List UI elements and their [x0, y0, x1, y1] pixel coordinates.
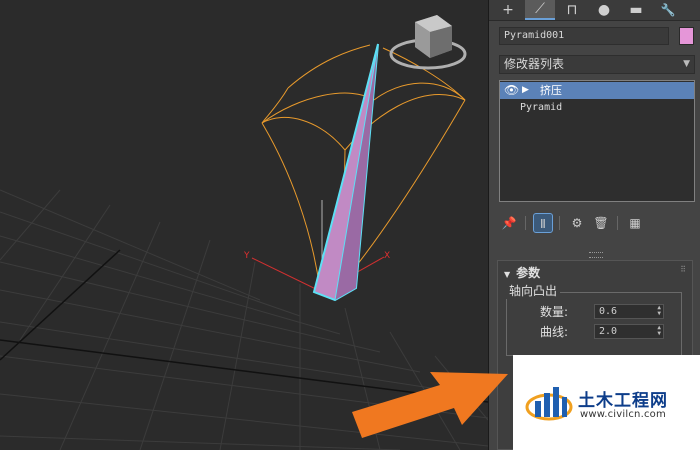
max-ui: Y X Z — [0, 0, 700, 450]
perspective-viewport[interactable]: Y X Z — [0, 0, 488, 450]
amount-value: 0.6 — [599, 306, 618, 317]
make-unique-icon[interactable]: ⚙ — [567, 213, 587, 233]
create-icon[interactable]: + — [493, 0, 523, 20]
spinner-arrows-icon[interactable]: ▲ ▼ — [657, 325, 661, 337]
collapse-triangle-icon: ▼ — [504, 270, 511, 279]
modifier-list-label: 修改器列表 — [504, 57, 565, 71]
curve-label: 曲线: — [540, 325, 569, 339]
axis-label-x: X — [384, 251, 390, 261]
hierarchy-icon[interactable]: ⊓ — [557, 0, 587, 20]
ground-grid — [0, 189, 488, 450]
utilities-icon[interactable]: 🔧 — [653, 0, 683, 20]
stack-item-label: Pyramid — [520, 102, 563, 113]
watermark-logo-icon — [525, 387, 573, 421]
watermark-url: www.civilcn.com — [580, 409, 666, 420]
curve-spinner[interactable]: 2.0 ▲ ▼ — [594, 324, 664, 339]
chevron-down-icon: ▼ — [683, 59, 690, 69]
spinner-arrows-icon[interactable]: ▲ ▼ — [657, 305, 661, 317]
remove-modifier-icon[interactable]: 🗑 — [591, 213, 611, 233]
transform-gizmo[interactable]: Y X Z — [243, 192, 390, 293]
amount-spinner[interactable]: 0.6 ▲ ▼ — [594, 304, 664, 319]
expand-triangle-icon[interactable]: ▶ — [522, 82, 529, 99]
eye-icon[interactable]: 👁 — [504, 82, 519, 99]
axial-bulge-group-title: 轴向凸出 — [506, 282, 561, 299]
modify-icon[interactable]: ⟋ — [525, 0, 555, 20]
watermark-title: 土木工程网 — [578, 391, 668, 411]
show-end-result-icon[interactable]: Ⅱ — [533, 213, 553, 233]
modifier-list-dropdown[interactable]: 修改器列表 ▼ — [499, 55, 695, 74]
parameters-rollout-header[interactable]: ▼ 参数 — [504, 264, 540, 281]
grip-icon: ⠿ — [680, 265, 686, 274]
stack-item-squeeze[interactable]: 👁 ▶ 挤压 — [500, 82, 694, 99]
configure-modifier-sets-icon[interactable]: ▦ — [625, 213, 645, 233]
command-panel-tabs: + ⟋ ⊓ ● ▬ 🔧 — [489, 0, 700, 21]
pyramid-object[interactable] — [312, 43, 379, 302]
curve-value: 2.0 — [599, 326, 618, 337]
stack-item-pyramid[interactable]: Pyramid — [500, 99, 694, 116]
display-icon[interactable]: ▬ — [621, 0, 651, 20]
object-color-swatch[interactable] — [679, 27, 694, 45]
panel-divider[interactable] — [589, 252, 603, 258]
object-name-field[interactable]: Pyramid001 — [499, 27, 669, 45]
rollout-title: 参数 — [516, 266, 541, 280]
amount-label: 数量: — [540, 305, 569, 319]
pin-stack-icon[interactable]: 📌 — [499, 213, 519, 233]
viewcube[interactable] — [389, 15, 467, 70]
viewport-scene: Y X Z — [0, 15, 488, 450]
axis-label-y: Y — [243, 251, 250, 261]
stack-toolbar: 📌 Ⅱ ⚙ 🗑 ▦ — [495, 213, 695, 235]
motion-icon[interactable]: ● — [589, 0, 619, 20]
modifier-stack: 👁 ▶ 挤压 Pyramid — [499, 80, 695, 202]
stack-item-label: 挤压 — [540, 84, 562, 97]
